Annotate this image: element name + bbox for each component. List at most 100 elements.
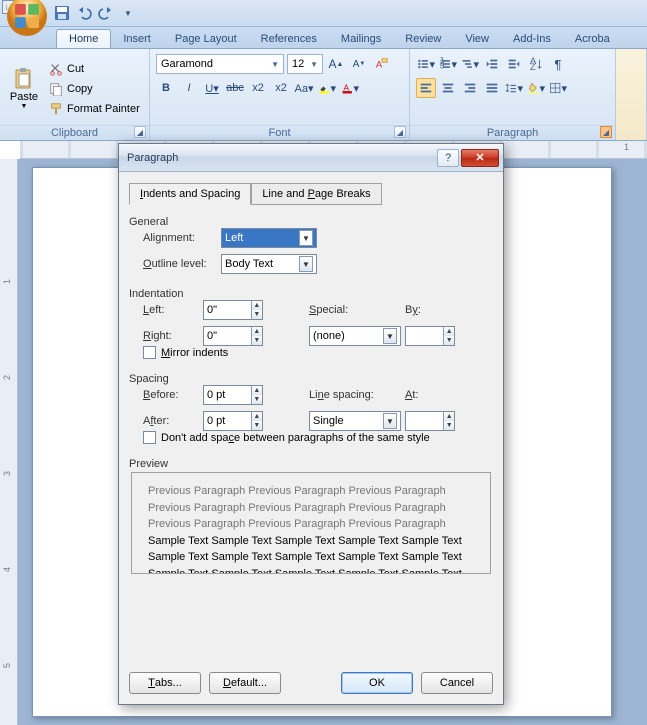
indent-special-select[interactable]: (none)▼ [309,326,401,346]
increase-indent-button[interactable] [504,54,524,74]
section-spacing: Spacing [129,373,493,385]
section-indentation: Indentation [129,288,493,300]
dont-add-space-check[interactable]: Don't add space between paragraphs of th… [143,431,493,444]
font-name-combo[interactable]: Garamond▼ [156,54,284,74]
spacing-before-label: Before: [143,389,203,401]
align-left-button[interactable] [416,78,436,98]
strikethrough-button[interactable]: abc [225,78,245,98]
tabs-button[interactable]: Tabs... [129,672,201,694]
tab-view[interactable]: View [453,30,501,48]
align-center-button[interactable] [438,78,458,98]
outline-select[interactable]: Body Text▼ [221,254,317,274]
spacing-at-label: At: [405,389,455,401]
tab-addins[interactable]: Add-Ins [501,30,563,48]
dialog-titlebar[interactable]: Paragraph ? ✕ [119,144,503,172]
indent-by-label: By: [405,304,455,316]
spacing-at-input[interactable]: ▲▼ [405,411,455,431]
italic-button[interactable]: I [179,78,199,98]
indent-by-input[interactable]: ▲▼ [405,326,455,346]
quick-access-toolbar: ▼ [54,5,136,21]
group-clipboard: Paste ▼ Cut Copy Format Painter Clipbo [0,49,150,140]
highlight-button[interactable]: ▾ [317,78,337,98]
bullets-button[interactable]: ▾ [416,54,436,74]
underline-button[interactable]: U▾ [202,78,222,98]
svg-text:A: A [343,82,349,92]
tab-review[interactable]: Review [393,30,453,48]
ok-button[interactable]: OK [341,672,413,694]
vertical-ruler[interactable]: 1 2 3 4 5 [0,159,18,725]
tab-references[interactable]: References [249,30,329,48]
ribbon: Paste ▼ Cut Copy Format Painter Clipbo [0,49,647,141]
dialog-buttons: Tabs... Default... OK Cancel [119,666,503,704]
tab-line-page-breaks[interactable]: Line and Page Breaks [251,183,381,205]
group-label-paragraph: Paragraph ◢ [410,125,615,140]
ribbon-tabs: Home Insert Page Layout References Maili… [0,27,647,49]
svg-text:3: 3 [440,61,445,71]
indent-special-label: Special: [309,304,379,316]
show-marks-button[interactable]: ¶ [548,54,568,74]
ruler-mark-1: 1 [624,142,629,152]
indent-left-input[interactable]: ▲▼ [203,300,263,320]
indent-left-label: Left: [143,304,203,316]
alignment-select[interactable]: Left▼ [221,228,317,248]
decrease-indent-button[interactable] [482,54,502,74]
group-styles-partial [616,49,647,140]
multilevel-list-button[interactable]: ▾ [460,54,480,74]
cancel-button[interactable]: Cancel [421,672,493,694]
tab-insert[interactable]: Insert [111,30,163,48]
section-general: General [129,216,493,228]
undo-icon[interactable] [76,5,92,21]
shading-button[interactable]: ▾ [526,78,546,98]
mirror-indents-check[interactable]: Mirror indents [143,346,493,359]
paste-button[interactable]: Paste ▼ [6,52,42,125]
font-size-combo[interactable]: 12▼ [287,54,323,74]
save-icon[interactable] [54,5,70,21]
default-button[interactable]: Default... [209,672,281,694]
group-paragraph: ▾ 123▾ ▾ AZ ¶ ▾ ▾ ▾ Paragraph ◢ [410,49,616,140]
tab-indents-spacing[interactable]: Indents and Spacing [129,183,251,205]
format-painter-label: Format Painter [67,103,140,115]
spacing-after-input[interactable]: ▲▼ [203,411,263,431]
clipboard-launcher[interactable]: ◢ [134,126,146,138]
font-launcher[interactable]: ◢ [394,126,406,138]
indent-right-input[interactable]: ▲▼ [203,326,263,346]
svg-text:Z: Z [530,62,536,71]
title-bar: ▼ [0,0,647,27]
clear-formatting-icon[interactable]: A [372,54,392,74]
font-color-button[interactable]: A▾ [340,78,360,98]
align-right-button[interactable] [460,78,480,98]
office-button[interactable] [4,0,50,39]
shrink-font-icon[interactable]: A▼ [349,54,369,74]
dialog-tabs: Indents and Spacing Line and Page Breaks [129,182,493,204]
copy-button[interactable]: Copy [46,80,143,98]
paragraph-launcher[interactable]: ◢ [600,126,612,138]
numbering-button[interactable]: 123▾ [438,54,458,74]
bold-button[interactable]: B [156,78,176,98]
group-label-clipboard: Clipboard ◢ [0,125,149,140]
qat-dropdown-icon[interactable]: ▼ [120,5,136,21]
tab-mailings[interactable]: Mailings [329,30,393,48]
paragraph-dialog: Paragraph ? ✕ Indents and Spacing Line a… [118,143,504,705]
borders-button[interactable]: ▾ [548,78,568,98]
section-preview: Preview [129,458,493,470]
justify-button[interactable] [482,78,502,98]
spacing-before-input[interactable]: ▲▼ [203,385,263,405]
tab-acrobat[interactable]: Acroba [563,30,622,48]
sort-button[interactable]: AZ [526,54,546,74]
line-spacing-button[interactable]: ▾ [504,78,524,98]
superscript-button[interactable]: x2 [271,78,291,98]
subscript-button[interactable]: x2 [248,78,268,98]
grow-font-icon[interactable]: A▲ [326,54,346,74]
cut-button[interactable]: Cut [46,60,143,78]
line-spacing-select[interactable]: Single▼ [309,411,401,431]
cut-label: Cut [67,63,84,75]
dialog-help-button[interactable]: ? [437,149,459,167]
redo-icon[interactable] [98,5,114,21]
copy-label: Copy [67,83,93,95]
tab-home[interactable]: Home [56,29,111,48]
change-case-button[interactable]: Aa▾ [294,78,314,98]
outline-label: Outline level: [143,258,221,270]
dialog-close-button[interactable]: ✕ [461,149,499,167]
tab-page-layout[interactable]: Page Layout [163,30,249,48]
format-painter-button[interactable]: Format Painter [46,100,143,118]
